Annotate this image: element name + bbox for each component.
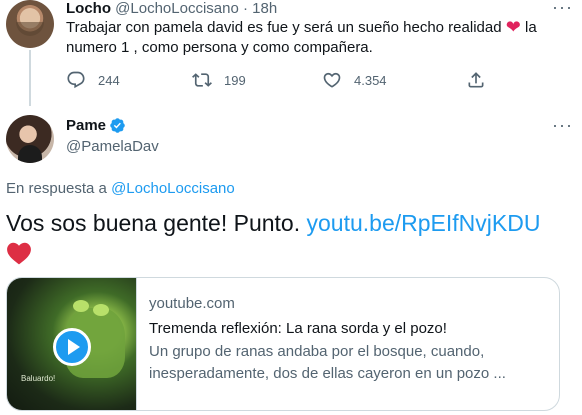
display-name[interactable]: Locho xyxy=(66,0,111,17)
retweet-icon xyxy=(192,73,212,87)
share-button[interactable] xyxy=(466,70,498,90)
separator-dot: · xyxy=(242,0,248,17)
tweet-actions-bar: 244 199 4.354 xyxy=(66,70,496,94)
red-heart-emoji-icon xyxy=(7,242,31,265)
card-domain: youtube.com xyxy=(149,295,235,312)
thumbnail-caption: Baluardo! xyxy=(21,374,56,383)
reply-count: 244 xyxy=(98,72,120,88)
play-icon[interactable] xyxy=(53,328,91,366)
reply-to-handle-link[interactable]: @LochoLoccisano xyxy=(111,180,235,197)
tweet-text-body: Vos sos buena gente! Punto. xyxy=(6,210,301,236)
avatar[interactable] xyxy=(6,0,54,48)
thread-connector-line xyxy=(29,50,31,106)
tweet-timestamp[interactable]: 18h xyxy=(252,0,277,17)
main-tweet-text: Vos sos buena gente! Punto. youtu.be/RpE… xyxy=(6,209,566,237)
retweet-button[interactable]: 199 xyxy=(192,70,246,90)
video-thumbnail[interactable]: Baluardo! xyxy=(7,278,137,410)
more-options-icon[interactable]: ··· xyxy=(552,0,573,16)
red-heart-emoji-icon: ❤ xyxy=(505,17,521,37)
tweet-text: Trabajar con pamela david es fue y será … xyxy=(66,18,556,58)
tweet-text-part: Trabajar con pamela david es fue y será … xyxy=(66,19,502,36)
like-button[interactable]: 4.354 xyxy=(322,70,387,90)
parent-tweet-header: Locho @LochoLoccisano · 18h xyxy=(66,0,277,18)
reply-context: En respuesta a @LochoLoccisano xyxy=(6,180,235,197)
reply-icon xyxy=(67,71,85,89)
card-text: youtube.com Tremenda reflexión: La rana … xyxy=(137,278,559,410)
user-handle[interactable]: @LochoLoccisano xyxy=(115,0,239,17)
link-preview-card[interactable]: Baluardo! youtube.com Tremenda reflexión… xyxy=(6,277,560,411)
display-name[interactable]: Pame xyxy=(66,117,106,134)
card-description: Un grupo de ranas andaba por el bosque, … xyxy=(149,343,506,382)
reply-button[interactable]: 244 xyxy=(66,70,120,90)
more-options-icon[interactable]: ··· xyxy=(552,116,573,134)
frog-eye xyxy=(73,300,89,312)
heart-icon xyxy=(323,72,341,88)
user-handle[interactable]: @PamelaDav xyxy=(66,138,159,155)
like-count: 4.354 xyxy=(354,72,387,88)
card-title: Tremenda reflexión: La rana sorda y el p… xyxy=(149,320,447,337)
tweet-url-link[interactable]: youtu.be/RpEIfNvjKDU xyxy=(307,210,541,236)
main-tweet-author: Pame xyxy=(66,117,126,134)
avatar[interactable] xyxy=(6,115,54,163)
frog-eye xyxy=(93,304,109,316)
share-icon xyxy=(468,72,484,88)
reply-prefix: En respuesta a xyxy=(6,180,107,197)
retweet-count: 199 xyxy=(224,72,246,88)
verified-badge-icon xyxy=(110,118,125,133)
